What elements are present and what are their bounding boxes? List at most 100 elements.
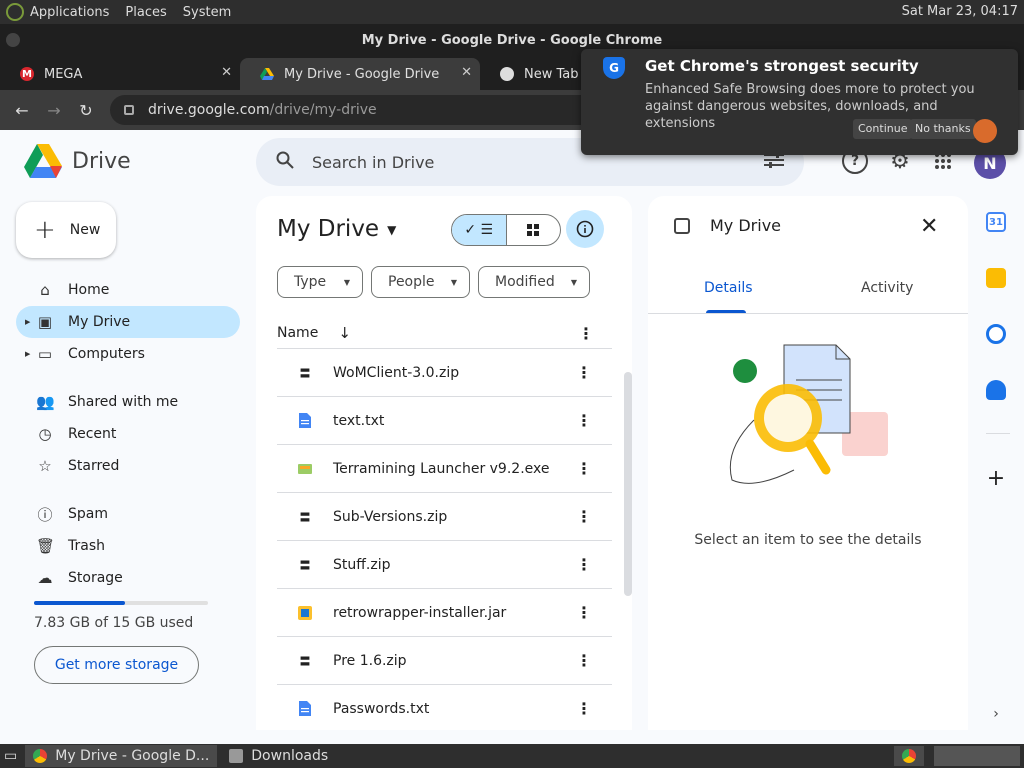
tab-my-drive[interactable]: My Drive - Google Drive ✕ (240, 58, 480, 90)
expand-caret-icon[interactable]: ▶ (25, 318, 30, 326)
os-logo-icon[interactable] (6, 3, 24, 21)
filter-label: People (388, 274, 435, 290)
sidebar-item-trash[interactable]: 🗑 Trash (16, 530, 240, 562)
info-icon (576, 220, 594, 238)
more-options-icon[interactable]: ⋮ (578, 324, 594, 343)
os-taskbar: ▭ My Drive - Google D... Downloads (0, 744, 1024, 768)
url-path: /drive/my-drive (269, 102, 377, 118)
tab-activity[interactable]: Activity (861, 280, 913, 296)
forward-icon[interactable]: → (38, 101, 70, 120)
shield-icon: G (603, 57, 625, 79)
os-menu-system[interactable]: System (183, 5, 231, 20)
os-menu-applications[interactable]: Applications (30, 5, 109, 20)
file-row[interactable]: 〓 Pre 1.6.zip ⋮ (277, 636, 612, 684)
search-icon[interactable] (276, 151, 294, 173)
lock-icon[interactable] (124, 105, 134, 115)
filter-label: Modified (495, 274, 555, 290)
tab-details[interactable]: Details (704, 280, 753, 296)
more-options-icon[interactable]: ⋮ (576, 651, 592, 670)
tray-chrome-icon[interactable] (894, 746, 924, 766)
file-row[interactable]: Passwords.txt ⋮ (277, 684, 612, 732)
show-desktop-icon[interactable]: ▭ (0, 745, 21, 767)
sidebar-item-starred[interactable]: ☆ Starred (16, 450, 240, 482)
list-view-button[interactable]: ✓ ☰ (452, 215, 507, 245)
details-empty-message: Select an item to see the details (694, 532, 922, 548)
add-addon-icon[interactable]: + (986, 466, 1006, 491)
more-options-icon[interactable]: ⋮ (576, 507, 592, 526)
column-label: Name (277, 325, 319, 341)
close-icon[interactable]: ✕ (221, 65, 232, 80)
expand-caret-icon[interactable]: ▶ (25, 350, 30, 358)
file-name: WoMClient-3.0.zip (333, 364, 460, 381)
filter-modified-chip[interactable]: Modified ▼ (478, 266, 590, 298)
workspace-switcher[interactable] (934, 746, 1020, 766)
taskbar-item-chrome[interactable]: My Drive - Google D... (25, 745, 218, 767)
os-clock[interactable]: Sat Mar 23, 04:17 (902, 4, 1018, 19)
details-title: My Drive (710, 216, 782, 235)
sort-arrow-down-icon[interactable]: ↓ (338, 324, 351, 342)
get-more-storage-button[interactable]: Get more storage (34, 646, 199, 684)
tab-mega[interactable]: M MEGA ✕ (0, 58, 240, 90)
divider (648, 313, 968, 314)
sidebar-item-computers[interactable]: ▶ ▭ Computers (16, 338, 240, 370)
info-button[interactable] (566, 210, 604, 248)
sidebar-item-shared-with-me[interactable]: 👥 Shared with me (16, 386, 240, 418)
clock-icon: ◷ (38, 425, 52, 443)
close-icon[interactable]: ✕ (461, 65, 472, 80)
sidebar-item-recent[interactable]: ◷ Recent (16, 418, 240, 450)
my-drive-icon: ▣ (37, 313, 53, 331)
grid-view-button[interactable] (507, 215, 561, 245)
taskbar-item-downloads[interactable]: Downloads (221, 745, 336, 767)
star-icon: ☆ (38, 457, 52, 475)
sidebar-item-label: Storage (68, 570, 123, 586)
window-title: My Drive - Google Drive - Google Chrome (361, 32, 663, 48)
chevron-right-icon[interactable]: › (986, 704, 1006, 724)
divider (986, 433, 1010, 434)
file-row[interactable]: 〓 Sub-Versions.zip ⋮ (277, 492, 612, 540)
details-illustration (729, 344, 888, 484)
file-row[interactable]: retrowrapper-installer.jar ⋮ (277, 588, 612, 636)
more-options-icon[interactable]: ⋮ (576, 363, 592, 382)
cloud-icon: ☁ (37, 569, 53, 587)
profile-avatar[interactable] (973, 119, 997, 143)
page-title[interactable]: My Drive ▼ (277, 216, 396, 242)
more-options-icon[interactable]: ⋮ (576, 555, 592, 574)
back-icon[interactable]: ← (6, 101, 38, 120)
reload-icon[interactable]: ↻ (70, 101, 102, 120)
contacts-icon[interactable] (986, 380, 1006, 400)
keep-icon[interactable] (986, 268, 1006, 288)
file-list-scrollbar[interactable] (624, 372, 632, 596)
sidebar-item-my-drive[interactable]: ▶ ▣ My Drive (16, 306, 240, 338)
tab-label: My Drive - Google Drive (284, 66, 440, 82)
storage-meter (34, 601, 208, 605)
calendar-icon[interactable]: 31 (986, 212, 1006, 232)
window-menu-icon[interactable] (6, 33, 20, 47)
new-button[interactable]: + New (16, 202, 116, 258)
no-thanks-button[interactable]: No thanks (910, 119, 976, 139)
continue-button[interactable]: Continue (853, 119, 913, 139)
sidebar-item-storage[interactable]: ☁ Storage (16, 562, 240, 594)
popup-title: Get Chrome's strongest security (645, 57, 919, 75)
os-menu-places[interactable]: Places (125, 5, 166, 20)
file-row[interactable]: Terramining Launcher v9.2.exe ⋮ (277, 444, 612, 492)
tab-label: MEGA (44, 66, 83, 82)
search-options-icon[interactable] (764, 152, 784, 172)
sidebar-item-spam[interactable]: ⓘ Spam (16, 498, 240, 530)
details-header: My Drive (674, 216, 781, 235)
filter-people-chip[interactable]: People ▼ (371, 266, 470, 298)
file-row[interactable]: text.txt ⋮ (277, 396, 612, 444)
column-header-name[interactable]: Name ↓ (277, 324, 351, 342)
more-options-icon[interactable]: ⋮ (576, 459, 592, 478)
more-options-icon[interactable]: ⋮ (576, 411, 592, 430)
file-list-panel: My Drive ▼ ✓ ☰ Type ▼ People ▼ Modified ▼ Na… (256, 196, 632, 730)
file-row[interactable]: 〓 WoMClient-3.0.zip ⋮ (277, 348, 612, 396)
close-icon[interactable]: ✕ (920, 214, 938, 239)
more-options-icon[interactable]: ⋮ (576, 699, 592, 718)
filter-type-chip[interactable]: Type ▼ (277, 266, 363, 298)
spam-icon: ⓘ (37, 505, 53, 524)
sidebar-item-home[interactable]: ⌂ Home (16, 274, 240, 306)
drive-logo[interactable]: Drive (24, 144, 131, 178)
more-options-icon[interactable]: ⋮ (576, 603, 592, 622)
tasks-icon[interactable] (986, 324, 1006, 344)
file-row[interactable]: 〓 Stuff.zip ⋮ (277, 540, 612, 588)
